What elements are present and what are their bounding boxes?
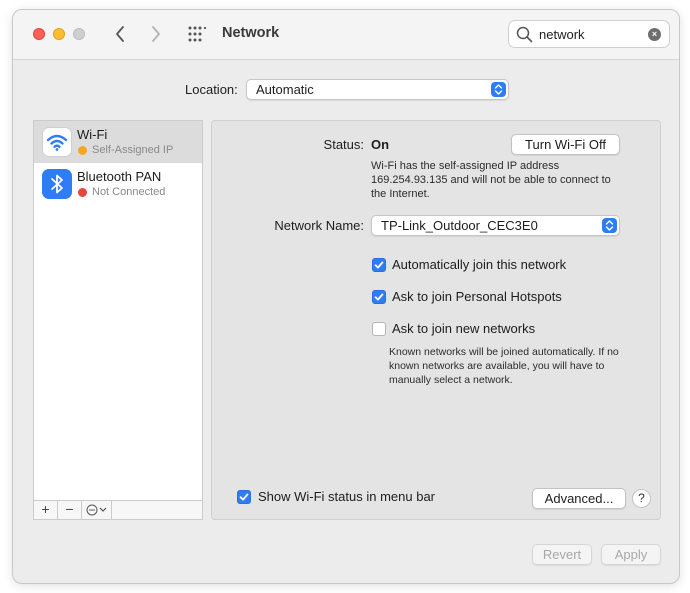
service-name: Bluetooth PAN bbox=[77, 169, 162, 184]
status-label: Status: bbox=[323, 137, 364, 152]
personal-hotspots-checkbox[interactable] bbox=[372, 290, 386, 304]
help-button[interactable]: ? bbox=[632, 489, 651, 508]
location-value: Automatic bbox=[256, 82, 314, 97]
service-list: Wi-Fi Self-Assigned IP Bluetooth PAN Not… bbox=[33, 120, 203, 520]
new-networks-note: Known networks will be joined automatica… bbox=[389, 346, 619, 386]
checkmark-icon bbox=[374, 261, 384, 269]
checkmark-icon bbox=[374, 293, 384, 301]
titlebar: Network × bbox=[13, 10, 679, 60]
service-list-toolbar: + − bbox=[34, 500, 202, 519]
network-preferences-window: Network × Location: Automatic bbox=[12, 9, 680, 584]
advanced-button[interactable]: Advanced... bbox=[532, 488, 626, 509]
service-item-bluetooth-pan[interactable]: Bluetooth PAN Not Connected bbox=[34, 163, 202, 205]
auto-join-label: Automatically join this network bbox=[392, 257, 567, 272]
location-popup[interactable]: Automatic bbox=[246, 79, 509, 100]
service-name: Wi-Fi bbox=[77, 127, 108, 142]
window-title: Network bbox=[222, 25, 280, 41]
show-status-checkbox[interactable] bbox=[237, 490, 251, 504]
wifi-detail-panel: Status: On Turn Wi-Fi Off Wi-Fi has the … bbox=[211, 120, 661, 520]
revert-button[interactable]: Revert bbox=[532, 544, 592, 565]
service-item-wifi[interactable]: Wi-Fi Self-Assigned IP bbox=[34, 121, 202, 163]
new-networks-label: Ask to join new networks bbox=[392, 321, 536, 336]
turn-wifi-off-button[interactable]: Turn Wi-Fi Off bbox=[511, 134, 620, 155]
search-field[interactable]: × bbox=[508, 20, 670, 48]
status-dot-icon bbox=[78, 188, 87, 197]
service-status: Self-Assigned IP bbox=[92, 144, 174, 156]
network-name-value: TP-Link_Outdoor_CEC3E0 bbox=[381, 218, 538, 233]
wifi-icon bbox=[42, 127, 72, 157]
add-service-button[interactable]: + bbox=[34, 501, 58, 519]
popup-arrows-icon bbox=[491, 82, 506, 97]
search-input[interactable] bbox=[539, 26, 639, 43]
search-icon bbox=[516, 26, 533, 43]
clear-search-icon[interactable]: × bbox=[648, 28, 661, 41]
bluetooth-icon bbox=[42, 169, 72, 199]
apply-button[interactable]: Apply bbox=[601, 544, 661, 565]
back-button[interactable] bbox=[109, 23, 131, 45]
minimize-window-button[interactable] bbox=[53, 28, 65, 40]
show-status-label: Show Wi-Fi status in menu bar bbox=[258, 489, 436, 504]
status-dot-icon bbox=[78, 146, 87, 155]
personal-hotspots-label: Ask to join Personal Hotspots bbox=[392, 289, 562, 304]
service-status: Not Connected bbox=[92, 186, 166, 198]
auto-join-checkbox[interactable] bbox=[372, 258, 386, 272]
network-name-popup[interactable]: TP-Link_Outdoor_CEC3E0 bbox=[371, 215, 620, 236]
ellipsis-menu-icon bbox=[86, 504, 106, 516]
new-networks-checkbox[interactable] bbox=[372, 322, 386, 336]
chevron-right-icon bbox=[152, 26, 160, 42]
show-all-grid-icon[interactable] bbox=[188, 26, 206, 42]
forward-button[interactable] bbox=[145, 23, 167, 45]
location-label: Location: bbox=[185, 82, 238, 97]
remove-service-button[interactable]: − bbox=[58, 501, 82, 519]
chevron-left-icon bbox=[116, 26, 124, 42]
action-menu-button[interactable] bbox=[82, 501, 112, 519]
status-description: Wi-Fi has the self-assigned IP address 1… bbox=[371, 160, 611, 200]
checkmark-icon bbox=[239, 493, 249, 501]
close-window-button[interactable] bbox=[33, 28, 45, 40]
popup-arrows-icon bbox=[602, 218, 617, 233]
status-value: On bbox=[371, 137, 390, 152]
zoom-window-button[interactable] bbox=[73, 28, 85, 40]
network-name-label: Network Name: bbox=[274, 218, 364, 233]
